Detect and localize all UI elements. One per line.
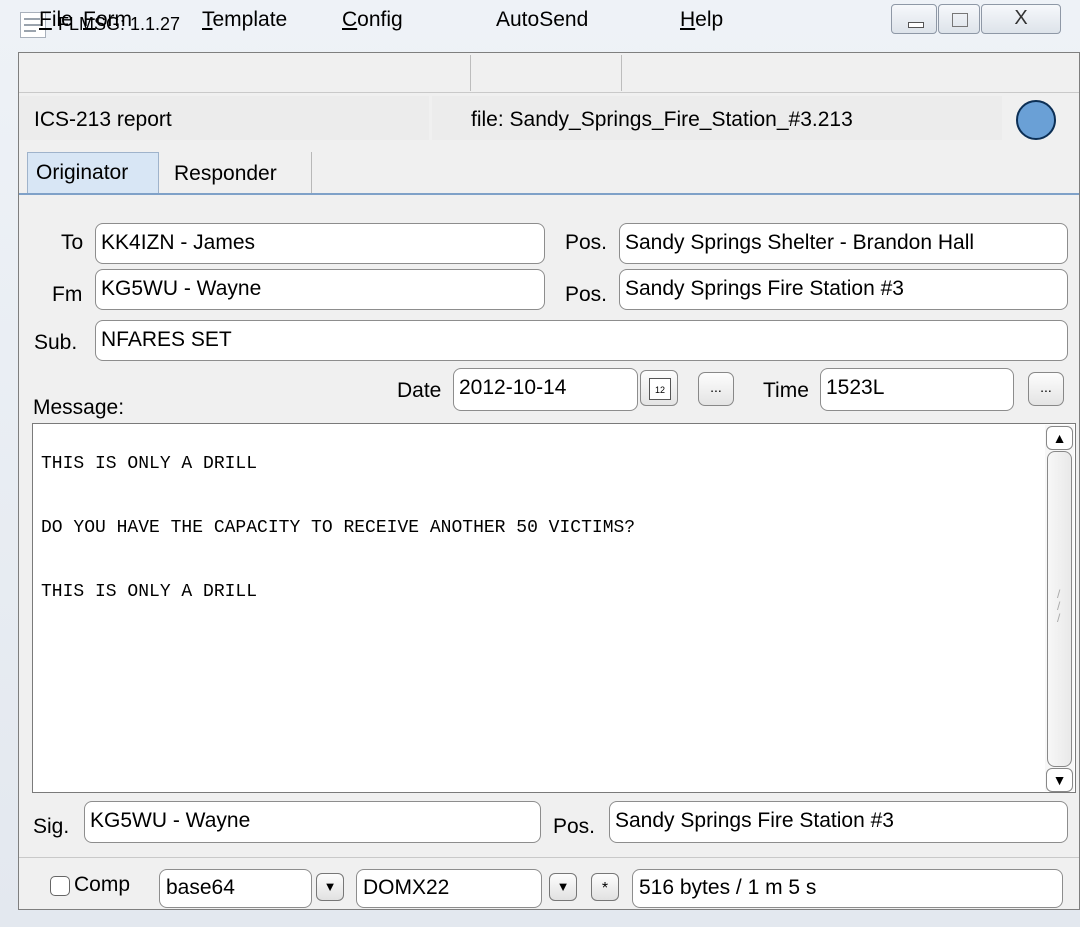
comp-label: Comp — [74, 873, 131, 896]
bottom-separator — [19, 857, 1079, 858]
subject-label: Sub. — [34, 331, 78, 354]
fm-pos-label: Pos. — [565, 283, 608, 306]
sig-label: Sig. — [33, 815, 70, 838]
date-field[interactable]: 2012-10-14 — [453, 368, 638, 411]
maximize-button[interactable] — [938, 4, 980, 34]
menu-file[interactable]: File — [39, 8, 73, 32]
menu-autosend[interactable]: AutoSend — [496, 8, 588, 32]
subject-field[interactable]: NFARES SET — [95, 320, 1068, 361]
menu-template[interactable]: Template — [202, 8, 287, 32]
message-textarea[interactable]: THIS IS ONLY A DRILL DO YOU HAVE THE CAP… — [32, 423, 1076, 793]
tab-responder[interactable]: Responder — [162, 152, 312, 194]
message-text: THIS IS ONLY A DRILL DO YOU HAVE THE CAP… — [41, 454, 636, 602]
scroll-down-icon[interactable]: ▼ — [1046, 768, 1073, 792]
time-now-button[interactable]: ... — [1028, 372, 1064, 406]
sig-pos-field[interactable]: Sandy Springs Fire Station #3 — [609, 801, 1068, 843]
fm-pos-field[interactable]: Sandy Springs Fire Station #3 — [619, 269, 1068, 310]
calendar-icon: 12 — [649, 378, 671, 400]
scroll-grip-icon: / / / — [1057, 587, 1061, 625]
to-pos-label: Pos. — [565, 231, 608, 254]
to-field[interactable]: KK4IZN - James — [95, 223, 545, 264]
minimize-button[interactable] — [891, 4, 937, 34]
mode-dropdown-icon[interactable]: ▼ — [549, 873, 577, 901]
tab-divider — [19, 193, 1079, 195]
sig-field[interactable]: KG5WU - Wayne — [84, 801, 541, 843]
menu-form[interactable]: Form — [83, 8, 132, 32]
encoding-select[interactable]: base64 — [159, 869, 312, 908]
scroll-up-icon[interactable]: ▲ — [1046, 426, 1073, 450]
transfer-size-info: 516 bytes / 1 m 5 s — [632, 869, 1063, 908]
close-icon: X — [1014, 7, 1028, 29]
to-label: To — [61, 231, 84, 254]
close-button[interactable]: X — [981, 4, 1061, 34]
calendar-button[interactable]: 12 — [640, 370, 678, 406]
fm-field[interactable]: KG5WU - Wayne — [95, 269, 545, 310]
date-label: Date — [397, 379, 442, 402]
date-now-button[interactable]: ... — [698, 372, 734, 406]
status-indicator-icon — [1016, 100, 1056, 140]
encoding-dropdown-icon[interactable]: ▼ — [316, 873, 344, 901]
fm-label: Fm — [52, 283, 83, 306]
mode-select[interactable]: DOMX22 — [356, 869, 542, 908]
message-label: Message: — [33, 396, 125, 419]
to-pos-field[interactable]: Sandy Springs Shelter - Brandon Hall — [619, 223, 1068, 264]
maximize-icon — [952, 13, 968, 27]
report-type: ICS-213 report — [34, 108, 172, 131]
menu-help[interactable]: Help — [680, 8, 723, 32]
autosend-frame — [470, 55, 622, 91]
star-button[interactable]: * — [591, 873, 619, 901]
time-field[interactable]: 1523L — [820, 368, 1014, 411]
time-label: Time — [763, 379, 809, 402]
menu-config[interactable]: Config — [342, 8, 403, 32]
sig-pos-label: Pos. — [553, 815, 596, 838]
comp-checkbox[interactable] — [50, 876, 70, 896]
file-name: file: Sandy_Springs_Fire_Station_#3.213 — [471, 108, 853, 131]
tab-originator[interactable]: Originator — [27, 152, 159, 194]
minimize-icon — [908, 22, 924, 28]
